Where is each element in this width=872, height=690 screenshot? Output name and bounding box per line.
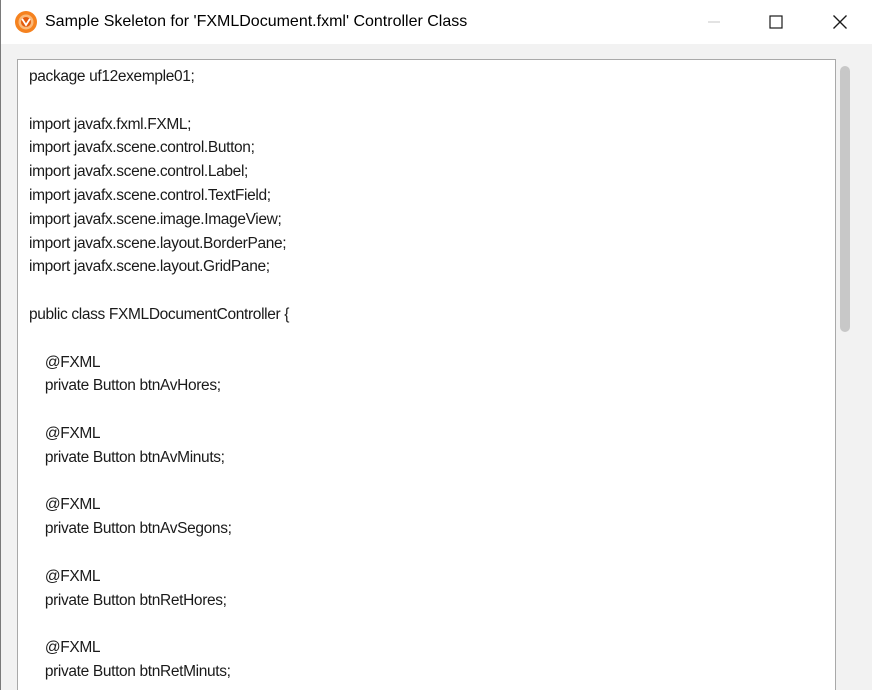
code-block: package uf12exemple01; import javafx.fxml… [29,65,289,690]
close-button[interactable] [808,0,872,44]
code-line: import javafx.scene.image.ImageView; [29,210,282,228]
code-line: import javafx.scene.control.Label; [29,163,248,181]
code-line: @FXML [29,639,101,657]
vertical-scrollbar[interactable] [839,64,853,690]
code-line: package uf12exemple01; [29,68,195,85]
window-title: Sample Skeleton for 'FXMLDocument.fxml' … [45,13,468,30]
close-icon [832,14,848,30]
code-line: private Button btnAvSegons; [29,520,232,538]
code-line: @FXML [29,496,101,514]
code-line: @FXML [29,424,101,442]
code-line: private Button btnRetMinuts; [29,662,231,680]
netbeans-app-icon [14,10,38,34]
code-line: import javafx.scene.control.Button; [29,139,255,157]
maximize-icon [769,15,783,29]
skeleton-dialog-window: Sample Skeleton for 'FXMLDocument.fxml' … [0,0,872,690]
code-line: import javafx.fxml.FXML; [29,115,192,133]
title-bar[interactable]: Sample Skeleton for 'FXMLDocument.fxml' … [1,0,872,44]
scrollbar-thumb[interactable] [840,66,850,332]
code-line: private Button btnRetHores; [29,591,227,609]
code-line: private Button btnAvHores; [29,377,221,395]
code-line: @FXML [29,353,101,371]
code-line: import javafx.scene.layout.BorderPane; [29,234,287,252]
code-line: import javafx.scene.layout.GridPane; [29,258,270,276]
code-text-area[interactable]: package uf12exemple01; import javafx.fxml… [17,59,836,690]
code-line: @FXML [29,567,101,585]
maximize-button[interactable] [744,0,808,44]
code-line: private Button btnAvMinuts; [29,448,225,466]
minimize-button[interactable] [682,0,746,44]
code-line: public class FXMLDocumentController { [29,305,290,323]
code-line: import javafx.scene.control.TextField; [29,186,271,204]
minimize-icon [707,15,721,29]
